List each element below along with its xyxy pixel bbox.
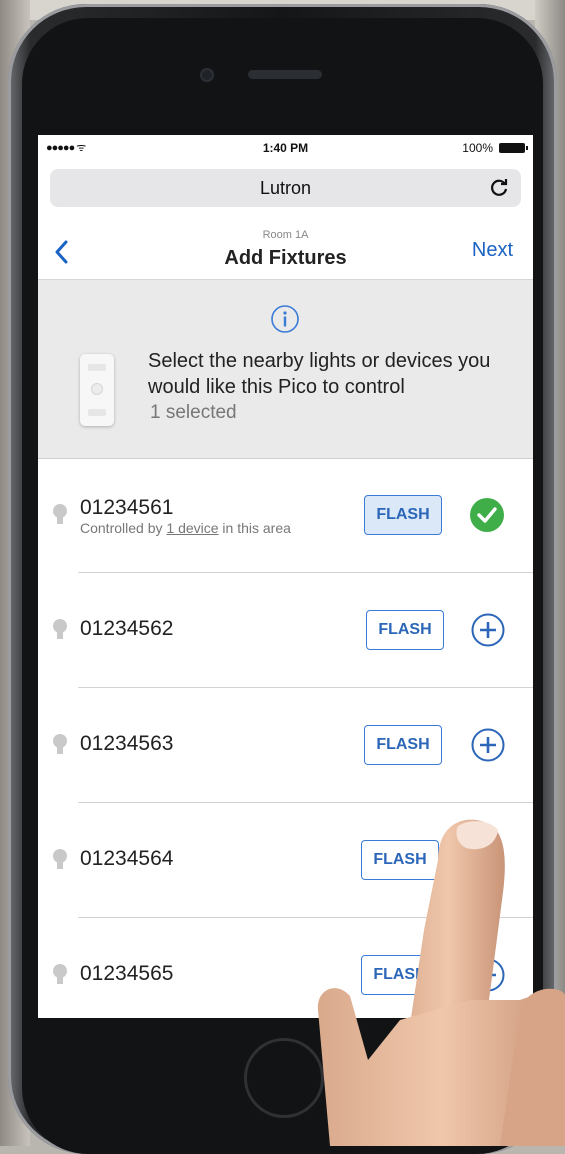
- pico-button-top: [88, 364, 106, 371]
- fixture-row[interactable]: 01234564 FLASH: [38, 803, 533, 918]
- fixture-id: 01234561: [80, 496, 174, 519]
- flash-button[interactable]: FLASH: [366, 610, 444, 650]
- fixture-id: 01234563: [80, 732, 174, 755]
- battery-percent: 100%: [462, 141, 493, 155]
- front-camera: [200, 68, 214, 82]
- add-icon[interactable]: [471, 958, 505, 992]
- battery-icon: [499, 143, 528, 153]
- info-icon: [271, 305, 299, 333]
- phone-screen: ●●●●● ᯤ 1:40 PM 100% Lutron Room 1A Add …: [38, 135, 533, 1018]
- fixture-id: 01234562: [80, 617, 174, 640]
- flash-button[interactable]: FLASH: [361, 955, 439, 995]
- info-panel: Select the nearby lights or devices you …: [38, 280, 533, 459]
- device-link[interactable]: 1 device: [166, 520, 218, 536]
- bulb-icon: [53, 964, 67, 984]
- nav-bar: Room 1A Add Fixtures Next: [38, 219, 533, 280]
- page-title: Add Fixtures: [224, 247, 347, 269]
- bulb-icon: [53, 619, 67, 639]
- controlled-by-prefix: Controlled by: [80, 520, 167, 536]
- bulb-icon: [53, 734, 67, 754]
- instruction-text: Select the nearby lights or devices you …: [148, 350, 491, 398]
- fixture-row[interactable]: 01234561 Controlled by 1 device in this …: [38, 458, 533, 573]
- reload-icon[interactable]: [487, 175, 511, 199]
- pico-button-center: [91, 383, 103, 395]
- pico-remote-image: [80, 354, 114, 426]
- url-title: Lutron: [259, 178, 312, 198]
- flash-button[interactable]: FLASH: [364, 495, 442, 535]
- add-icon[interactable]: [471, 613, 505, 647]
- selected-check-icon[interactable]: [470, 498, 504, 532]
- bulb-icon: [53, 849, 67, 869]
- flash-button[interactable]: FLASH: [361, 840, 439, 880]
- fixture-id: 01234564: [80, 847, 174, 870]
- fixture-id: 01234565: [80, 962, 174, 985]
- bulb-icon: [53, 504, 67, 524]
- nav-subtitle: Room 1A: [262, 229, 309, 241]
- fixture-row[interactable]: 01234563 FLASH: [38, 688, 533, 803]
- selected-count: 1 selected: [150, 402, 237, 423]
- status-time: 1:40 PM: [262, 141, 309, 155]
- home-button[interactable]: [244, 1038, 324, 1118]
- next-button[interactable]: Next: [472, 239, 513, 262]
- earpiece-speaker: [248, 70, 322, 79]
- fixture-row[interactable]: 01234562 FLASH: [38, 573, 533, 688]
- add-icon[interactable]: [471, 843, 505, 877]
- fixture-controlled-note: Controlled by 1 device in this area: [80, 520, 291, 536]
- add-icon[interactable]: [471, 728, 505, 762]
- browser-url-bar[interactable]: Lutron: [50, 169, 521, 207]
- flash-button[interactable]: FLASH: [364, 725, 442, 765]
- controlled-by-suffix: in this area: [218, 520, 291, 536]
- pico-button-bottom: [88, 409, 106, 416]
- status-bar: ●●●●● ᯤ 1:40 PM 100%: [38, 135, 533, 161]
- fixture-row[interactable]: 01234565 FLASH: [38, 918, 533, 1018]
